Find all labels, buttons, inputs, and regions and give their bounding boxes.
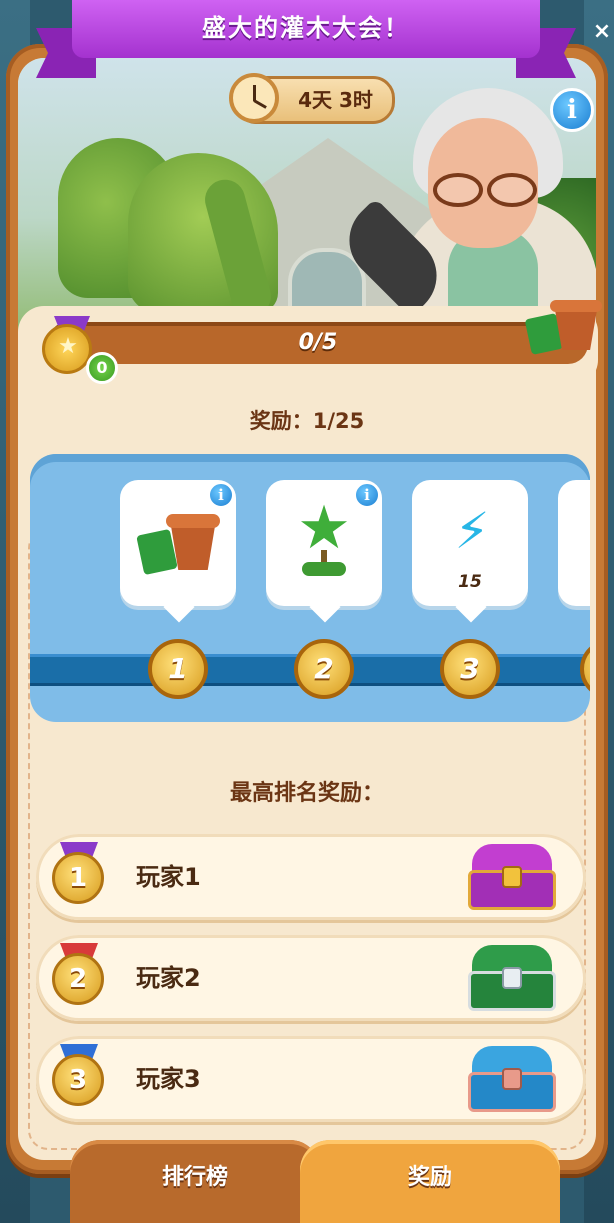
seed-pot-icon	[524, 296, 604, 356]
rank-medal-icon: 2	[52, 953, 104, 1005]
reward-amount: 15	[458, 572, 482, 592]
level-coin-1: 1	[148, 639, 208, 699]
close-icon[interactable]: ×	[584, 14, 614, 50]
rewards-label: 奖励：1/25	[249, 409, 365, 433]
reward-card-4[interactable]	[558, 480, 590, 606]
star-icon: ★	[58, 334, 78, 359]
info-icon[interactable]: i	[354, 482, 380, 508]
seed-pot-icon	[136, 510, 220, 580]
timer-text: 4天 3时	[298, 88, 373, 112]
top-rank-header: 最高排名奖励：	[229, 781, 384, 806]
rank-row-1[interactable]: 1 玩家1	[36, 834, 586, 920]
tab-rewards[interactable]: 奖励	[300, 1140, 560, 1223]
rank-row-2[interactable]: 2 玩家2	[36, 935, 586, 1021]
medal-count-badge: 0	[86, 352, 118, 384]
event-title: 盛大的灌木大会！	[202, 14, 410, 42]
reward-track[interactable]: i ★ i ⚡ 15 1 2 3	[30, 454, 590, 722]
progress-text: 0/5	[298, 330, 338, 355]
rank-medal-icon: 3	[52, 1054, 104, 1106]
level-coin-3: 3	[440, 639, 500, 699]
player-name: 玩家2	[136, 964, 201, 992]
timer-badge: 4天 3时	[229, 73, 395, 124]
tab-leaderboard[interactable]: 排行榜	[70, 1140, 320, 1223]
rank-medal-icon: 1	[52, 852, 104, 904]
player-name: 玩家3	[136, 1065, 201, 1093]
clock-icon	[229, 73, 279, 123]
level-coin-2: 2	[294, 639, 354, 699]
green-chest-icon	[468, 945, 556, 1011]
level-coin-4	[580, 639, 590, 699]
rank-row-3[interactable]: 3 玩家3	[36, 1036, 586, 1122]
lightning-icon: ⚡	[454, 502, 490, 560]
blue-chest-icon	[468, 1046, 556, 1112]
info-icon[interactable]: i	[208, 482, 234, 508]
purple-chest-icon	[468, 844, 556, 910]
reward-card-3[interactable]: ⚡ 15	[412, 480, 528, 606]
character-glasses	[433, 173, 537, 207]
player-name: 玩家1	[136, 863, 201, 891]
info-icon[interactable]: i	[550, 88, 594, 132]
topiary-icon: ★	[294, 498, 354, 580]
